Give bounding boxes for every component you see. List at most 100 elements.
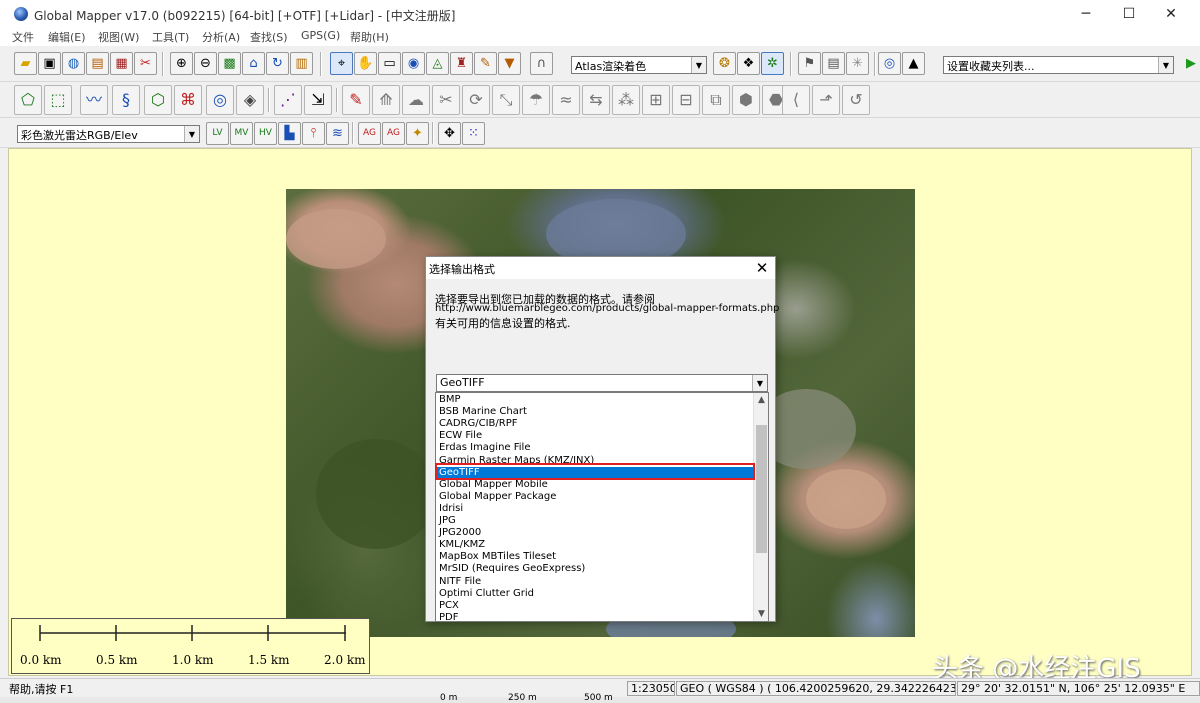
format-option[interactable]: Optimi Clutter Grid [436,588,753,600]
lidar-icon[interactable]: ✳ [846,52,869,75]
layer-control-icon[interactable]: ▦ [110,52,133,75]
format-option[interactable]: JPG2000 [436,527,753,539]
vertex-tool-icon[interactable]: ⁂ [612,85,640,115]
format-option[interactable]: BSB Marine Chart [436,406,753,418]
scroll-down-icon[interactable]: ▼ [754,607,768,621]
home-icon[interactable]: ⌂ [242,52,265,75]
format-option[interactable]: Idrisi [436,503,753,515]
gps-target-icon[interactable]: ◎ [878,52,901,75]
edit-vertex-icon[interactable]: ⬡ [144,85,172,115]
format-option[interactable]: ECW File [436,430,753,442]
rotate-tool-icon[interactable]: ⟳ [462,85,490,115]
globe-icon[interactable]: ◍ [62,52,85,75]
water-icon[interactable]: ≋ [326,122,349,145]
terrain-icon[interactable]: ✲ [761,52,784,75]
combine-tool-icon[interactable]: ☁ [402,85,430,115]
arrow-up-tool-icon[interactable]: ⬏ [812,85,840,115]
menu-view[interactable]: 视图(W) [98,29,139,45]
format-option[interactable]: PDF [436,612,753,621]
format-option[interactable]: MrSID (Requires GeoExpress) [436,563,753,575]
cut-tool-icon[interactable]: ✂ [432,85,460,115]
clip-tool-icon[interactable]: ⬢ [732,85,760,115]
measure-icon[interactable]: ▭ [378,52,401,75]
pan-hand-icon[interactable]: ✋ [354,52,377,75]
create-line-icon[interactable]: 〰 [80,85,108,115]
format-option[interactable]: CADRG/CIB/RPF [436,418,753,430]
point-tool-icon[interactable]: ⋰ [274,85,302,115]
format-option[interactable]: Global Mapper Package [436,491,753,503]
circle-tool-icon[interactable]: ◎ [206,85,234,115]
format-option[interactable]: PCX [436,600,753,612]
favorites-select[interactable]: 设置收藏夹列表... ▼ [943,56,1174,74]
undo-shape-icon[interactable]: ↺ [842,85,870,115]
menu-file[interactable]: 文件 [12,29,34,45]
path-profile-icon[interactable]: ◬ [426,52,449,75]
split-tool-icon[interactable]: ⟰ [372,85,400,115]
mv-icon[interactable]: MV [230,122,253,145]
tools-icon[interactable]: ✂ [134,52,157,75]
menu-help[interactable]: 帮助(H) [350,29,389,45]
align-tool-icon[interactable]: ⊟ [672,85,700,115]
feature-icon[interactable]: ▼ [498,52,521,75]
refresh-icon[interactable]: ↻ [266,52,289,75]
save-icon[interactable]: ▣ [38,52,61,75]
hv-icon[interactable]: HV [254,122,277,145]
arch-icon[interactable]: ∩ [530,52,553,75]
lv-icon[interactable]: LV [206,122,229,145]
code-icon[interactable]: ⌘ [174,85,202,115]
shader-select[interactable]: Atlas渲染着色 ▼ [571,56,707,74]
zoom-out-icon[interactable]: ⊖ [194,52,217,75]
scrollbar-thumb[interactable] [756,425,767,553]
open-folder-icon[interactable]: ▰ [14,52,37,75]
draw-tool-icon[interactable]: ✎ [342,85,370,115]
format-dropdown-list[interactable]: BMP BSB Marine Chart CADRG/CIB/RPF ECW File… [435,392,769,622]
point-grid-icon[interactable]: ⁙ [462,122,485,145]
format-option[interactable]: MapBox MBTiles Tileset [436,551,753,563]
digitizer-icon[interactable]: ✎ [474,52,497,75]
power-line-icon[interactable]: ⫯ [302,122,325,145]
offset-tool-icon[interactable]: ⇆ [582,85,610,115]
dialog-close-icon[interactable]: ✕ [752,258,772,278]
grid-tool-icon[interactable]: ◈ [236,85,264,115]
smooth-tool-icon[interactable]: ≈ [552,85,580,115]
menu-analysis[interactable]: 分析(A) [202,29,240,45]
palette-icon[interactable]: ❂ [713,52,736,75]
building-icon[interactable]: ▙ [278,122,301,145]
menu-edit[interactable]: 编辑(E) [48,29,86,45]
ag-icon[interactable]: AG [358,122,381,145]
full-view-icon[interactable]: ▩ [218,52,241,75]
zoom-in-icon[interactable]: ⊕ [170,52,193,75]
create-area-icon[interactable]: ⬠ [14,85,42,115]
flag-icon[interactable]: ⚑ [798,52,821,75]
snap-tool-icon[interactable]: ⊞ [642,85,670,115]
move-tool-icon[interactable]: ⇲ [304,85,332,115]
merge-tool-icon[interactable]: ⧉ [702,85,730,115]
format-option[interactable]: BMP [436,394,753,406]
grid-view-icon[interactable]: ▥ [290,52,313,75]
minimize-button[interactable]: ─ [1063,0,1109,28]
dropdown-scrollbar[interactable]: ▲ ▼ [753,393,768,621]
3d-tower-icon[interactable]: ♜ [450,52,473,75]
crosshair-icon[interactable]: ✥ [438,122,461,145]
format-option[interactable]: NITF File [436,576,753,588]
scroll-up-icon[interactable]: ▲ [754,393,768,407]
select-tool-icon[interactable]: ⌖ [330,52,353,75]
menu-gps[interactable]: GPS(G) [301,29,340,42]
format-option[interactable]: Erdas Imagine File [436,442,753,454]
menu-search[interactable]: 查找(S) [250,29,288,45]
info-icon[interactable]: ◉ [402,52,425,75]
spark-icon[interactable]: ✦ [406,122,429,145]
format-option[interactable]: Global Mapper Mobile [436,479,753,491]
scale-tool-icon[interactable]: ⤡ [492,85,520,115]
play-icon[interactable]: ▶ [1186,56,1196,71]
north-arrow-icon[interactable]: ▲ [902,52,925,75]
print-icon[interactable]: ▤ [822,52,845,75]
corner-tool-icon[interactable]: ⟨ [782,85,810,115]
maximize-button[interactable]: ☐ [1106,0,1152,28]
layer-select[interactable]: 彩色激光雷达RGB/Elev ▼ [17,125,200,143]
catalog-icon[interactable]: ▤ [86,52,109,75]
format-option[interactable]: JPG [436,515,753,527]
create-rectangle-icon[interactable]: ⬚ [44,85,72,115]
ag-filter-icon[interactable]: AG [382,122,405,145]
close-window-button[interactable]: ✕ [1148,0,1194,28]
